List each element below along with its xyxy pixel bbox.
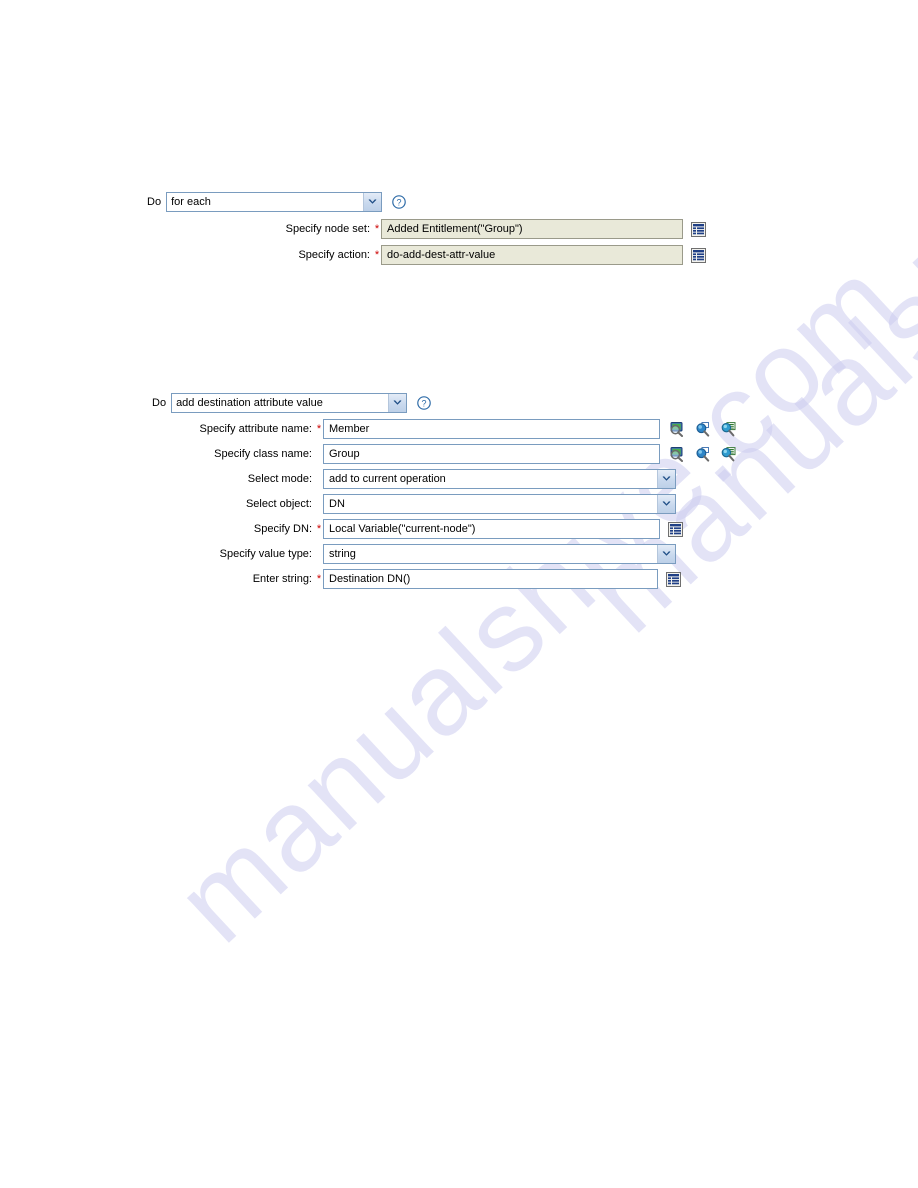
field-label: Select mode: bbox=[247, 473, 312, 485]
search-icon[interactable] bbox=[695, 421, 711, 437]
chevron-down-glyph bbox=[662, 501, 671, 506]
argument-builder-glyph bbox=[691, 247, 706, 263]
action-select-for-each[interactable]: for each bbox=[166, 192, 383, 212]
argument-builder-glyph bbox=[666, 571, 681, 587]
required-asterisk: * bbox=[316, 573, 322, 585]
do-label: Do bbox=[152, 396, 167, 409]
browse-attributes-glyph bbox=[670, 447, 683, 462]
field-label: Specify attribute name: bbox=[199, 423, 312, 435]
list-search-glyph bbox=[721, 422, 736, 437]
field-label: Specify node set: bbox=[285, 223, 370, 235]
form-row-specify-action: Specify action: * do-add-dest-attr-value bbox=[170, 245, 706, 265]
class-name-button-group bbox=[669, 446, 737, 462]
chevron-down-glyph bbox=[368, 199, 377, 204]
field-label: Select object: bbox=[245, 498, 312, 510]
browse-attributes-icon[interactable] bbox=[669, 446, 685, 462]
search-icon[interactable] bbox=[695, 446, 711, 462]
chevron-down-icon[interactable] bbox=[657, 495, 675, 513]
help-circle-icon[interactable]: ? bbox=[392, 195, 406, 209]
do-action-row: Do add destination attribute value ? bbox=[152, 393, 431, 413]
chevron-down-icon[interactable] bbox=[363, 193, 382, 211]
watermark-text: manualshive.com bbox=[151, 235, 918, 967]
argument-builder-icon[interactable] bbox=[691, 221, 706, 237]
page-watermark: manualshive.com manualshive.com bbox=[0, 0, 918, 1188]
action-select-value: for each bbox=[171, 196, 211, 208]
form-row-enter-string: Enter string: * Destination DN() bbox=[188, 569, 681, 589]
field-label: Specify value type: bbox=[219, 548, 312, 560]
specify-attribute-name-input[interactable]: Member bbox=[323, 419, 660, 439]
field-label: Enter string: bbox=[252, 573, 312, 585]
list-search-glyph bbox=[721, 447, 736, 462]
argument-builder-glyph bbox=[668, 521, 683, 537]
form-row-specify-node-set: Specify node set: * Added Entitlement("G… bbox=[170, 219, 706, 239]
field-label: Specify action: bbox=[298, 249, 370, 261]
list-search-icon[interactable] bbox=[721, 421, 737, 437]
chevron-down-glyph bbox=[393, 400, 402, 405]
form-row-specify-value-type: Specify value type: * string bbox=[188, 544, 676, 564]
required-asterisk-placeholder: * bbox=[315, 444, 323, 464]
select-object-dropdown[interactable]: DN bbox=[323, 494, 676, 514]
argument-builder-icon[interactable] bbox=[668, 521, 683, 537]
svg-text:?: ? bbox=[422, 398, 427, 408]
browse-attributes-icon[interactable] bbox=[669, 421, 685, 437]
help-circle-icon[interactable]: ? bbox=[417, 396, 431, 410]
list-search-icon[interactable] bbox=[721, 446, 737, 462]
search-glyph bbox=[696, 422, 710, 437]
enter-string-input[interactable]: Destination DN() bbox=[323, 569, 658, 589]
specify-class-name-input[interactable]: Group bbox=[323, 444, 660, 464]
search-glyph bbox=[696, 447, 710, 462]
action-select-add-destination-attribute-value[interactable]: add destination attribute value bbox=[171, 393, 408, 413]
action-select-value: add destination attribute value bbox=[176, 397, 323, 409]
form-row-specify-class-name: Specify class name: * Group bbox=[188, 444, 737, 464]
chevron-down-icon[interactable] bbox=[657, 545, 675, 563]
form-row-specify-attribute-name: Specify attribute name: * Member bbox=[188, 419, 737, 439]
required-asterisk-placeholder: * bbox=[315, 469, 323, 489]
form-row-select-mode: Select mode: * add to current operation bbox=[188, 469, 676, 489]
svg-text:?: ? bbox=[397, 197, 402, 207]
field-label: Specify class name: bbox=[214, 448, 312, 460]
required-asterisk-placeholder: * bbox=[315, 494, 323, 514]
select-mode-dropdown[interactable]: add to current operation bbox=[323, 469, 676, 489]
field-label: Specify DN: bbox=[253, 523, 312, 535]
browse-attributes-glyph bbox=[670, 422, 683, 437]
select-object-value: DN bbox=[329, 498, 345, 510]
chevron-down-icon[interactable] bbox=[388, 394, 407, 412]
do-action-row: Do for each ? bbox=[147, 192, 406, 212]
required-asterisk: * bbox=[316, 523, 322, 535]
specify-value-type-value: string bbox=[329, 548, 356, 560]
argument-builder-icon[interactable] bbox=[666, 571, 681, 587]
required-asterisk: * bbox=[374, 223, 380, 235]
argument-builder-glyph bbox=[691, 221, 706, 237]
specify-action-input[interactable]: do-add-dest-attr-value bbox=[381, 245, 683, 265]
specify-dn-input[interactable]: Local Variable("current-node") bbox=[323, 519, 660, 539]
chevron-down-icon[interactable] bbox=[657, 470, 675, 488]
required-asterisk: * bbox=[374, 249, 380, 261]
argument-builder-icon[interactable] bbox=[691, 247, 706, 263]
do-label: Do bbox=[147, 195, 162, 208]
form-row-select-object: Select object: * DN bbox=[188, 494, 676, 514]
required-asterisk-placeholder: * bbox=[315, 544, 323, 564]
required-asterisk: * bbox=[316, 423, 322, 435]
form-row-specify-dn: Specify DN: * Local Variable("current-no… bbox=[188, 519, 683, 539]
specify-node-set-input[interactable]: Added Entitlement("Group") bbox=[381, 219, 683, 239]
chevron-down-glyph bbox=[662, 476, 671, 481]
attribute-name-button-group bbox=[669, 421, 737, 437]
select-mode-value: add to current operation bbox=[329, 473, 446, 485]
chevron-down-glyph bbox=[662, 551, 671, 556]
specify-value-type-dropdown[interactable]: string bbox=[323, 544, 676, 564]
